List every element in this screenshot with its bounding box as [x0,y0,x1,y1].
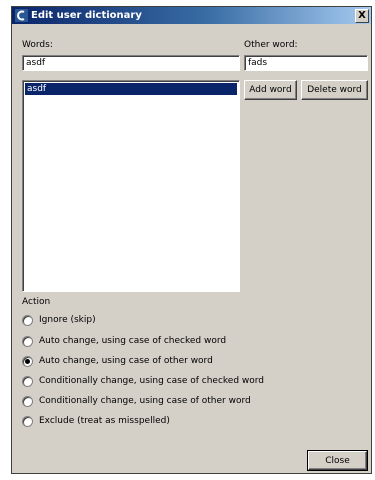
window-title: Edit user dictionary [31,10,142,21]
close-button[interactable]: Close [307,450,368,471]
add-word-button[interactable]: Add word [244,80,297,100]
radio-exclude-misspelled[interactable]: Exclude (treat as misspelled) [22,414,170,428]
radio-label: Exclude (treat as misspelled) [39,416,170,426]
radio-button[interactable] [22,415,33,427]
other-word-label: Other word: [244,40,298,50]
list-item[interactable]: asdf [25,83,237,95]
word-input[interactable] [22,55,240,71]
words-label: Words: [22,40,53,50]
radio-label: Auto change, using case of other word [39,356,213,366]
radio-label: Conditionally change, using case of chec… [39,376,265,386]
radio-button[interactable] [22,395,33,407]
app-icon [15,9,28,22]
close-window-button[interactable]: X [355,8,369,23]
radio-button[interactable] [22,335,33,347]
action-label: Action [22,297,51,307]
radio-conditionally-change-other-word[interactable]: Conditionally change, using case of othe… [22,394,251,408]
radio-conditionally-change-checked-word[interactable]: Conditionally change, using case of chec… [22,374,264,388]
radio-button[interactable] [22,375,33,387]
radio-label: Ignore (skip) [39,315,96,325]
radio-ignore-skip[interactable]: Ignore (skip) [22,313,96,327]
radio-label: Conditionally change, using case of othe… [39,396,251,406]
radio-label: Auto change, using case of checked word [39,336,227,346]
title-bar[interactable]: Edit user dictionary X [12,7,371,24]
radio-button[interactable] [22,355,33,367]
words-list[interactable]: asdf [22,80,240,292]
other-word-input[interactable] [244,55,368,71]
radio-auto-change-other-word[interactable]: Auto change, using case of other word [22,354,213,368]
delete-word-button[interactable]: Delete word [301,80,368,100]
radio-auto-change-checked-word[interactable]: Auto change, using case of checked word [22,334,226,348]
radio-button[interactable] [22,314,33,326]
edit-user-dictionary-dialog: Edit user dictionary X Words: Other word… [11,6,372,474]
